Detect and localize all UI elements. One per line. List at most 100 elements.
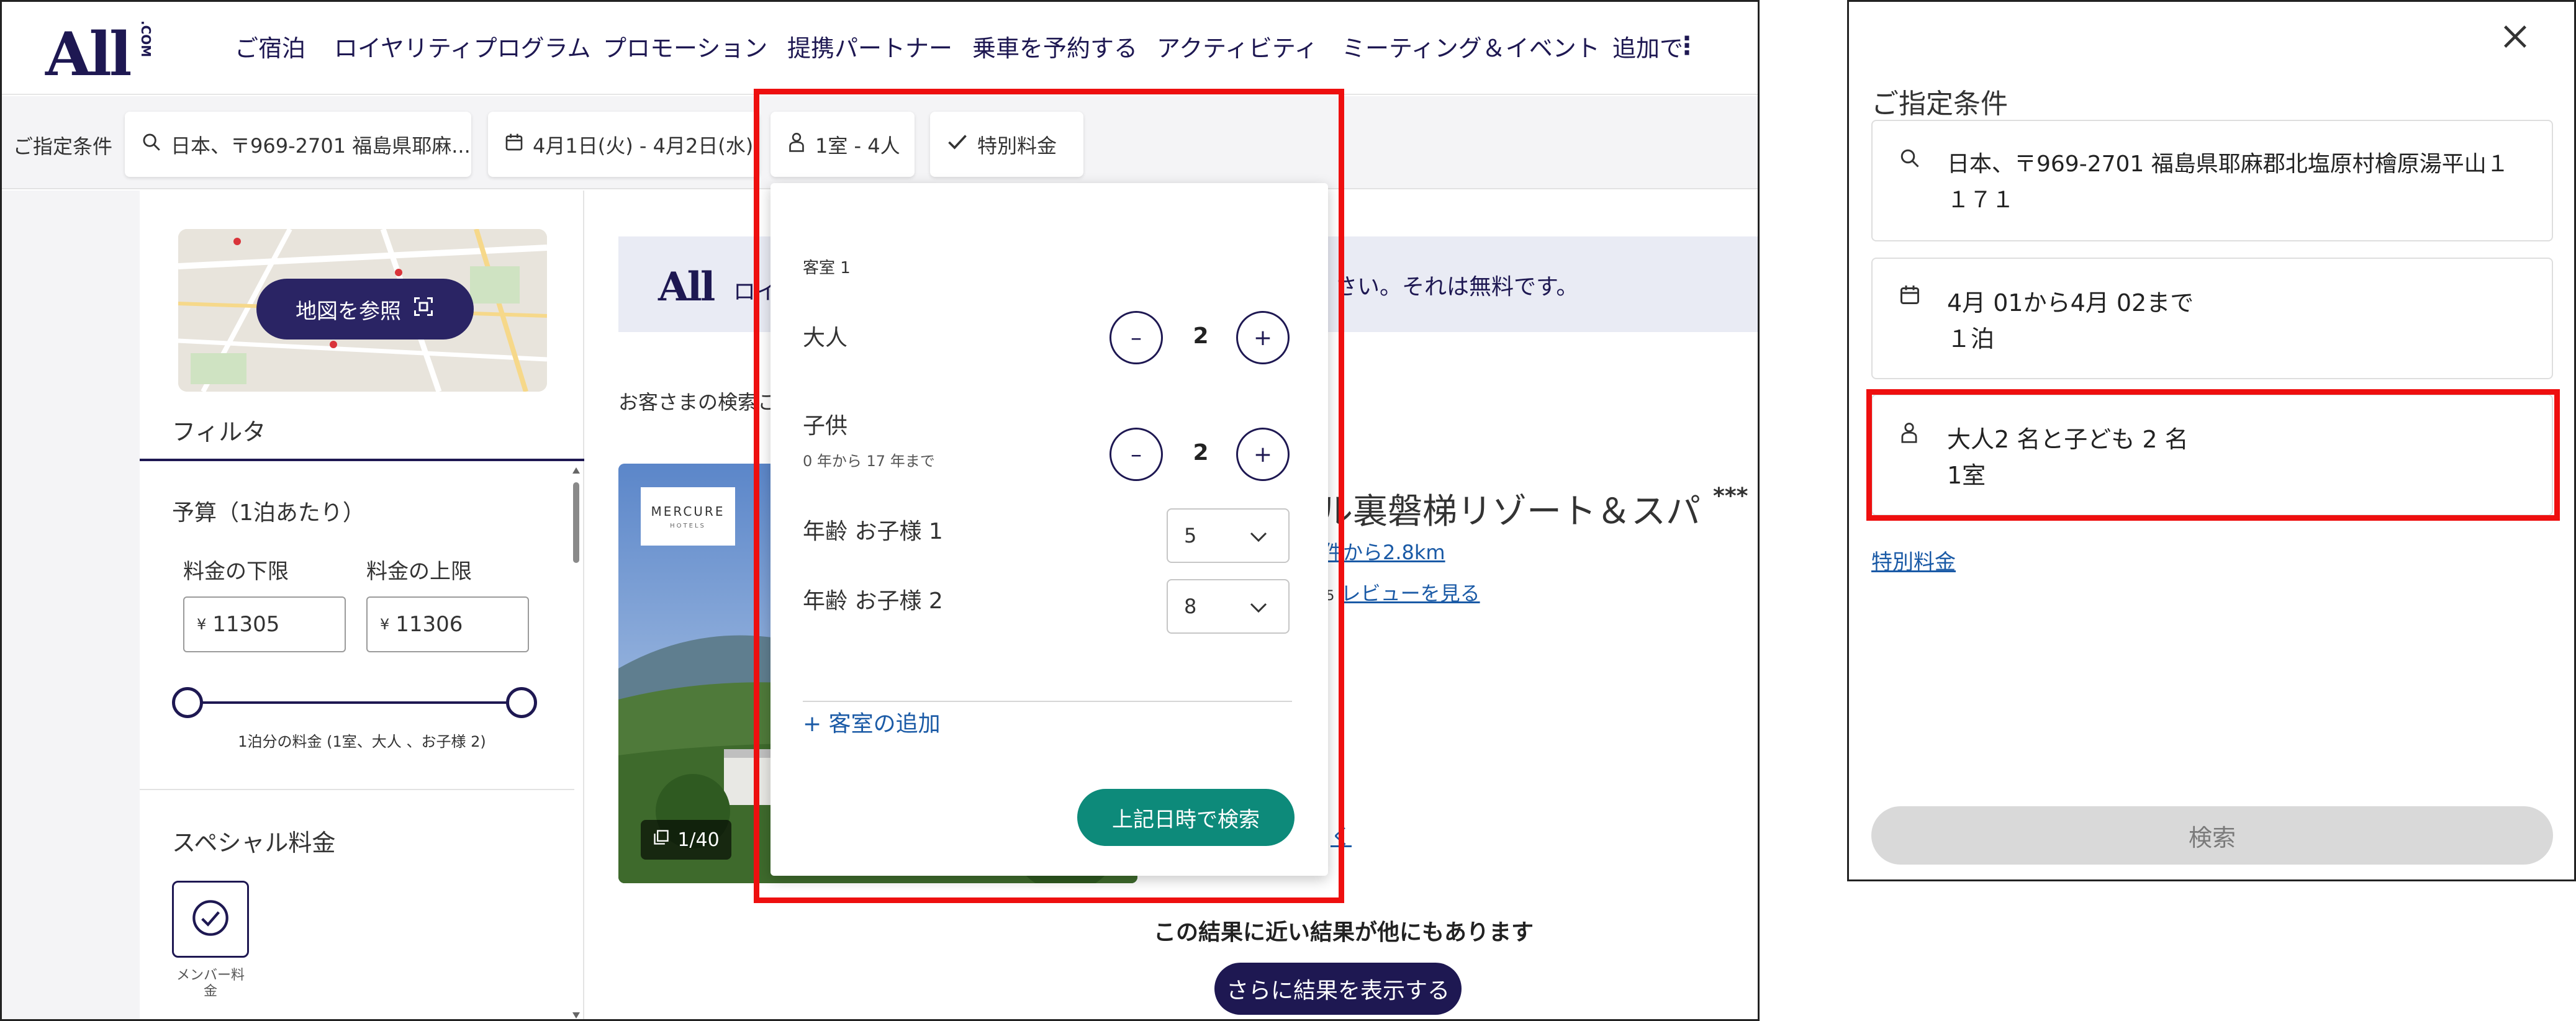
room-1-label: 客室 1 bbox=[803, 259, 851, 277]
hotel-name[interactable]: ル裏磐梯リゾート＆スパ bbox=[1318, 484, 1701, 534]
min-price-label: 料金の下限 bbox=[183, 559, 289, 584]
nav-item-ride-booking[interactable]: 乗車を予約する bbox=[972, 29, 1137, 63]
hotel-star-rating: *** bbox=[1713, 484, 1748, 509]
destination-line-1: 日本、〒969-2701 福島県耶麻郡北塩原村檜原湯平山１ bbox=[1947, 151, 2509, 177]
nav-item-more[interactable]: 追加で bbox=[1612, 29, 1683, 63]
section-divider bbox=[140, 789, 574, 790]
review-link[interactable]: レビューを見る bbox=[1341, 582, 1480, 605]
fullscreen-icon bbox=[412, 295, 435, 323]
calendar-icon bbox=[504, 132, 524, 157]
guests-chip-text: 1室 - 4人 bbox=[815, 133, 900, 158]
children-decrement-button[interactable]: – bbox=[1109, 428, 1163, 481]
search-button[interactable]: 検索 bbox=[1871, 806, 2553, 865]
member-rate-toggle[interactable] bbox=[172, 881, 249, 958]
logo-text: All bbox=[45, 19, 132, 89]
destination-chip[interactable]: 日本、〒969-2701 福島県耶麻... bbox=[125, 112, 471, 177]
child-2-age-select[interactable]: 8 bbox=[1167, 579, 1290, 634]
children-label: 子供 bbox=[803, 413, 848, 439]
child-1-age-select[interactable]: 5 bbox=[1167, 508, 1290, 563]
children-count: 2 bbox=[1193, 440, 1209, 466]
price-slider-max-handle[interactable] bbox=[506, 687, 537, 718]
chevron-down-icon bbox=[1247, 526, 1270, 553]
adults-count: 2 bbox=[1193, 323, 1209, 349]
mercure-logo: MERCURE HOTELS bbox=[641, 487, 735, 546]
search-criteria-panel: ご指定条件 日本、〒969-2701 福島県耶麻郡北塩原村檜原湯平山１ １７１ … bbox=[1847, 0, 2576, 881]
nav-item-promotions[interactable]: プロモーション bbox=[603, 29, 767, 63]
add-room-link[interactable]: + 客室の追加 bbox=[803, 706, 941, 738]
child-1-age-value: 5 bbox=[1184, 524, 1197, 547]
price-slider-caption: 1泊分の料金 (1室、大人 、お子様 2) bbox=[238, 733, 486, 750]
plus-icon: + bbox=[1253, 325, 1273, 351]
special-rate-chip-text: 特別料金 bbox=[977, 133, 1057, 158]
calendar-icon bbox=[1899, 284, 1921, 308]
search-with-dates-button[interactable]: 上記日時で検索 bbox=[1077, 789, 1295, 846]
mercure-logo-line2: HOTELS bbox=[670, 522, 706, 529]
show-more-results-label: さらに結果を表示する bbox=[1226, 978, 1450, 1004]
special-rate-chip[interactable]: 特別料金 bbox=[930, 112, 1083, 177]
view-map-button[interactable]: 地図を参照 bbox=[256, 279, 474, 340]
filter-title: フィルタ bbox=[172, 418, 266, 446]
child-2-age-value: 8 bbox=[1184, 595, 1197, 618]
destination-chip-text: 日本、〒969-2701 福島県耶麻... bbox=[171, 133, 471, 158]
price-slider-min-handle[interactable] bbox=[172, 687, 203, 718]
min-price-input[interactable]: ¥ 11305 bbox=[183, 596, 346, 652]
minus-icon: – bbox=[1131, 441, 1142, 467]
panel-title: ご指定条件 bbox=[1871, 88, 2008, 120]
minus-icon: – bbox=[1131, 325, 1142, 351]
special-rate-link[interactable]: 特別料金 bbox=[1871, 545, 1956, 575]
checkmark-icon bbox=[946, 132, 969, 157]
adults-label: 大人 bbox=[803, 325, 848, 351]
map-thumbnail[interactable]: 地図を参照 bbox=[178, 229, 547, 392]
nav-item-partners[interactable]: 提携パートナー bbox=[787, 29, 952, 63]
max-price-input[interactable]: ¥ 11306 bbox=[366, 596, 529, 652]
currency-symbol: ¥ bbox=[197, 616, 207, 633]
nav-item-activities[interactable]: アクティビティ bbox=[1157, 29, 1318, 63]
destination-line-2: １７１ bbox=[1947, 187, 2015, 213]
hotel-review-row: 7/5 レビューを見る bbox=[1313, 578, 1480, 606]
children-increment-button[interactable]: + bbox=[1236, 428, 1290, 481]
guests-chip[interactable]: 1室 - 4人 bbox=[771, 112, 915, 177]
dates-card[interactable]: 4月 01から4月 02まで １泊 bbox=[1871, 258, 2553, 379]
guests-card[interactable]: 大人2 名と子ども 2 名 1室 bbox=[1871, 394, 2553, 516]
plus-icon: + bbox=[1253, 441, 1273, 467]
dates-line-2: １泊 bbox=[1947, 325, 1995, 353]
guest-room-dropdown: 客室 1 大人 – 2 + 子供 0 年から 17 年まで – 2 + 年齢 お… bbox=[771, 183, 1328, 876]
close-icon[interactable] bbox=[2498, 19, 2533, 54]
all-logo[interactable]: All .COM bbox=[45, 16, 157, 89]
nav-item-stays[interactable]: ご宿泊 bbox=[235, 29, 305, 63]
children-age-range: 0 年から 17 年まで bbox=[803, 452, 935, 470]
hotel-distance-link[interactable]: 件から2.8km bbox=[1323, 537, 1445, 565]
nav-item-loyalty[interactable]: ロイヤリティプログラム bbox=[334, 29, 590, 63]
photo-count-text: 1/40 bbox=[677, 829, 720, 851]
price-slider-track[interactable] bbox=[187, 701, 522, 704]
destination-card[interactable]: 日本、〒969-2701 福島県耶麻郡北塩原村檜原湯平山１ １７１ bbox=[1871, 120, 2553, 241]
more-menu-icon[interactable]: ⋮ bbox=[1674, 32, 1699, 60]
mercure-logo-line1: MERCURE bbox=[651, 503, 725, 519]
adults-increment-button[interactable]: + bbox=[1236, 311, 1290, 364]
person-icon bbox=[1899, 421, 1920, 446]
guests-line-2: 1室 bbox=[1947, 462, 1986, 489]
special-rates-title: スペシャル料金 bbox=[172, 829, 336, 857]
hotel-search-page: All .COM ご宿泊 ロイヤリティプログラム プロモーション 提携パートナー… bbox=[0, 0, 1760, 1021]
nav-item-meetings-events[interactable]: ミーティング＆イベント bbox=[1342, 29, 1600, 63]
banner-text: さい。それは無料です。 bbox=[1335, 274, 1579, 300]
max-price-value: 11306 bbox=[395, 612, 463, 637]
search-button-label: 検索 bbox=[2188, 824, 2236, 852]
filter-sidebar: 地図を参照 フィルタ 予算（1泊あたり） 料金の下限 料金の上限 ¥ 11305… bbox=[140, 191, 584, 1019]
dates-chip[interactable]: 4月1日(火) - 4月2日(水) bbox=[488, 112, 759, 177]
person-icon bbox=[787, 132, 807, 158]
left-gutter bbox=[2, 191, 140, 1019]
search-icon bbox=[141, 132, 162, 158]
guests-line-1: 大人2 名と子ども 2 名 bbox=[1947, 426, 2189, 453]
show-more-results-button[interactable]: さらに結果を表示する bbox=[1214, 963, 1462, 1015]
max-price-label: 料金の上限 bbox=[366, 559, 472, 584]
child-1-age-label: 年齢 お子様 1 bbox=[803, 519, 943, 544]
budget-title: 予算（1泊あたり） bbox=[172, 500, 365, 526]
dropdown-divider bbox=[803, 701, 1292, 702]
photo-count-badge[interactable]: 1/40 bbox=[641, 820, 731, 860]
hotel-detail-link[interactable]: く bbox=[1331, 820, 1352, 850]
filter-underline bbox=[140, 459, 584, 461]
child-2-age-label: 年齢 お子様 2 bbox=[803, 588, 943, 614]
criteria-label: ご指定条件 bbox=[13, 135, 113, 158]
adults-decrement-button[interactable]: – bbox=[1109, 311, 1163, 364]
